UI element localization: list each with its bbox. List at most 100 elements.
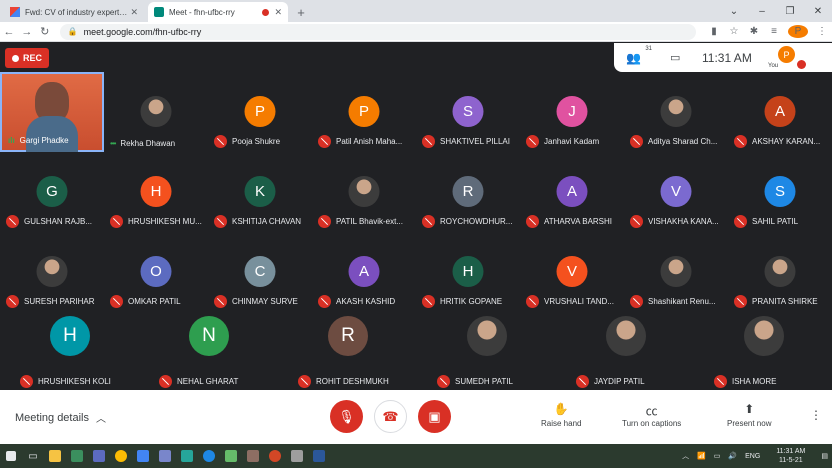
meeting-details-button[interactable]: Meeting details ︿ (15, 410, 106, 426)
close-window-icon[interactable]: ✕ (804, 6, 832, 17)
participant-name-text: AKSHAY KARAN... (752, 137, 821, 146)
powerpoint-icon[interactable] (264, 444, 286, 468)
participant-tile[interactable]: J Janhavi Kadam (520, 72, 624, 152)
captions-button[interactable]: ㏄ Turn on captions (622, 402, 681, 428)
participant-tile[interactable]: C CHINMAY SURVE (208, 232, 312, 312)
participant-tile[interactable]: Shashikant Renu... (624, 232, 728, 312)
participant-tile[interactable]: S SHAKTIVEL PILLAI (416, 72, 520, 152)
extensions-icon[interactable]: ✱ (744, 26, 764, 37)
mic-off-icon (318, 135, 331, 148)
tab-meet[interactable]: Meet - fhn-ufbc-rry ✕ (148, 2, 288, 22)
restore-icon[interactable]: ❐ (776, 6, 804, 17)
participant-tile[interactable]: JAYDIP PATIL (570, 312, 690, 392)
participant-tile[interactable]: P Pooja Shukre (208, 72, 312, 152)
self-view[interactable]: P You (768, 43, 806, 72)
close-tab-icon[interactable]: ✕ (274, 7, 282, 18)
task-view-icon[interactable]: ▭ (22, 444, 44, 468)
volume-icon[interactable]: 🔊 (728, 452, 737, 460)
leave-call-button[interactable]: ☎ (374, 400, 407, 433)
participant-name: SHAKTIVEL PILLAI (422, 135, 518, 148)
mic-off-icon (159, 375, 172, 388)
tab-search-icon[interactable]: ⌄ (720, 6, 748, 17)
participant-tile[interactable]: N NEHAL GHARAT (153, 312, 273, 392)
participant-name: ••• Rekha Dhawan (110, 139, 206, 148)
new-tab-button[interactable]: + (292, 2, 310, 22)
camera-toggle-button[interactable]: ▣ (418, 400, 451, 433)
participant-tile[interactable]: G GULSHAN RAJB... (0, 152, 104, 232)
camera-icon[interactable]: ▮ (704, 26, 724, 37)
people-button[interactable]: 👥 31 (626, 46, 652, 65)
app-icon[interactable] (286, 444, 308, 468)
participant-name-text: Patil Anish Maha... (336, 137, 403, 146)
participant-tile[interactable]: V VRUSHALI TAND... (520, 232, 624, 312)
forward-icon[interactable]: → (18, 26, 36, 38)
participant-tile[interactable]: O OMKAR PATIL (104, 232, 208, 312)
participant-tile[interactable]: R ROHIT DESHMUKH (292, 312, 412, 392)
file-explorer-icon[interactable] (44, 444, 66, 468)
participant-tile[interactable]: A AKASH KASHID (312, 232, 416, 312)
participant-tile[interactable]: H HRUSHIKESH MU... (104, 152, 208, 232)
participant-name-text: ROYCHOWDHUR... (440, 217, 513, 226)
app-icon[interactable] (220, 444, 242, 468)
edge-icon[interactable] (198, 444, 220, 468)
participant-tile[interactable]: ••• Rekha Dhawan (104, 72, 208, 152)
star-icon[interactable]: ☆ (724, 26, 744, 37)
participant-avatar: J (556, 96, 588, 127)
participant-tile[interactable]: V VISHAKHA KANA... (624, 152, 728, 232)
participant-tile[interactable]: PRANITA SHIRKE (728, 232, 832, 312)
microphone-toggle-button[interactable]: 🎙 (330, 400, 363, 433)
participant-tile[interactable]: H HRUSHIKESH KOLI (14, 312, 134, 392)
mic-off-icon (298, 375, 311, 388)
mic-off-icon (20, 375, 33, 388)
url-input[interactable]: 🔒 meet.google.com/fhn-ufbc-rry (59, 23, 696, 40)
menu-icon[interactable]: ⋮ (812, 26, 832, 37)
participant-tile[interactable]: S SAHIL PATIL (728, 152, 832, 232)
app-icon[interactable] (176, 444, 198, 468)
participant-name-text: Janhavi Kadam (544, 137, 600, 146)
app-icon[interactable] (66, 444, 88, 468)
tab-gmail[interactable]: Fwd: CV of industry experts Add ✕ (4, 2, 144, 22)
raise-hand-button[interactable]: ✋ Raise hand (541, 402, 581, 428)
network-icon[interactable]: 📶 (697, 452, 706, 460)
participant-tile[interactable]: A ATHARVA BARSHI (520, 152, 624, 232)
battery-icon[interactable]: ▭ (714, 452, 721, 460)
reload-icon[interactable]: ↻ (36, 25, 54, 38)
self-mic-off-icon (797, 60, 806, 69)
chat-icon[interactable]: ▭ (670, 51, 690, 64)
participant-tile[interactable]: P Patil Anish Maha... (312, 72, 416, 152)
participant-tile[interactable]: R ROYCHOWDHUR... (416, 152, 520, 232)
profile-avatar[interactable]: P (787, 25, 808, 38)
meet-icon (154, 7, 164, 17)
app-icon[interactable] (132, 444, 154, 468)
participant-name-text: PRANITA SHIRKE (752, 297, 818, 306)
participant-tile[interactable]: Aditya Sharad Ch... (624, 72, 728, 152)
participant-avatar: H (452, 256, 484, 287)
taskbar-clock[interactable]: 11:31 AM 11-5-21 (772, 447, 809, 465)
hand-icon: ✋ (553, 402, 569, 416)
close-tab-icon[interactable]: ✕ (130, 7, 138, 18)
participant-name-text: SUMEDH PATIL (455, 377, 513, 386)
participant-tile[interactable]: PATIL Bhavik-ext... (312, 152, 416, 232)
participant-tile[interactable]: A AKSHAY KARAN... (728, 72, 832, 152)
participant-tile[interactable]: ISHA MORE (708, 312, 828, 392)
more-options-icon[interactable]: ⋮ (810, 408, 822, 422)
word-icon[interactable] (308, 444, 330, 468)
participant-tile[interactable]: SURESH PARIHAR (0, 232, 104, 312)
participant-name: Janhavi Kadam (526, 135, 622, 148)
media-icon[interactable]: ≡ (764, 26, 784, 37)
participant-tile[interactable]: SUMEDH PATIL (431, 312, 551, 392)
show-hidden-icons[interactable]: ︿ (682, 451, 689, 461)
app-icon[interactable] (242, 444, 264, 468)
chrome-icon[interactable] (110, 444, 132, 468)
active-speaker-tile[interactable]: ıIı Gargi Phadke (0, 72, 104, 152)
notifications-icon[interactable]: ▤ (821, 452, 828, 460)
back-icon[interactable]: ← (0, 26, 18, 38)
language-indicator[interactable]: ENG (745, 453, 760, 460)
app-icon[interactable] (154, 444, 176, 468)
app-icon[interactable] (88, 444, 110, 468)
present-now-button[interactable]: ⬆ Present now (727, 402, 771, 428)
participant-tile[interactable]: H HRITIK GOPANE (416, 232, 520, 312)
windows-start-icon[interactable] (0, 444, 22, 468)
participant-tile[interactable]: K KSHITIJA CHAVAN (208, 152, 312, 232)
minimize-icon[interactable]: – (748, 6, 776, 17)
